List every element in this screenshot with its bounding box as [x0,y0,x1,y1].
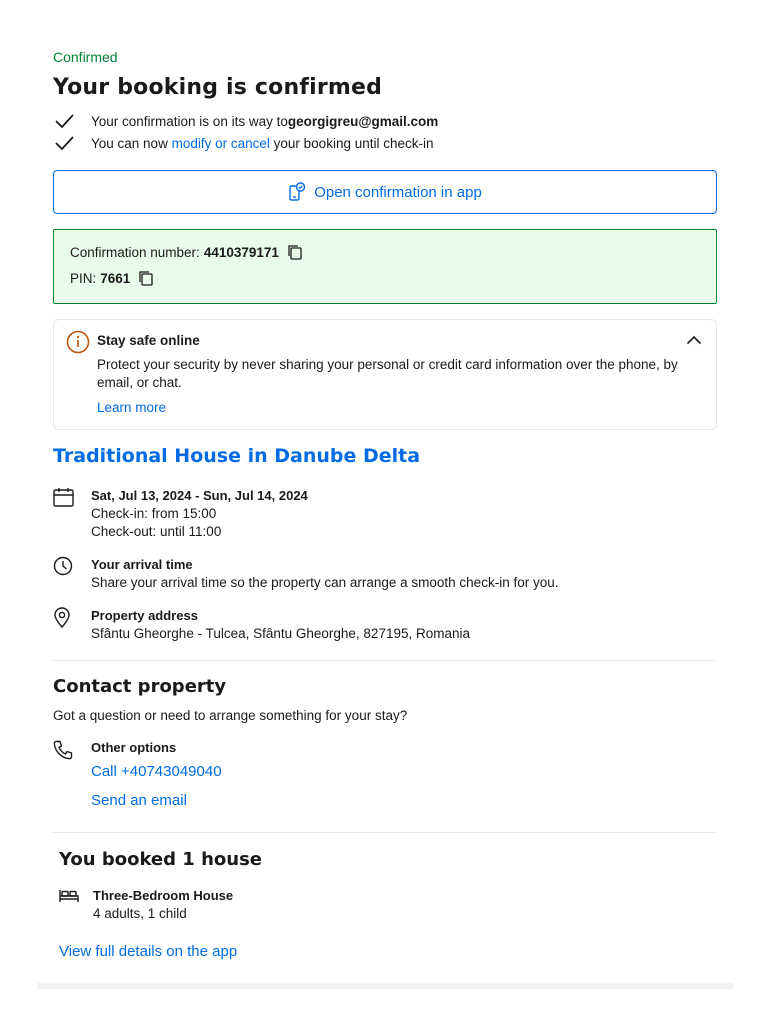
confirmation-email-line: Your confirmation is on its way to georg… [53,110,438,132]
divider [53,832,717,833]
divider [53,660,717,661]
copy-icon[interactable] [138,270,154,286]
room-guests: 4 adults, 1 child [93,906,187,921]
confirmation-details-box: Confirmation number: 4410379171 PIN: 766… [53,229,717,304]
room-name: Three-Bedroom House [93,888,234,903]
email-line-prefix: Your confirmation is on its way to [91,113,288,129]
arrival-time-title: Your arrival time [91,557,193,572]
stay-safe-text: Protect your security by never sharing y… [97,357,678,390]
modify-cancel-link[interactable]: modify or cancel [172,136,270,151]
stay-safe-title: Stay safe online [97,333,200,348]
email-address: georgigreu@gmail.com [287,113,439,129]
phone-check-icon [289,182,306,201]
info-icon [66,330,90,354]
stay-safe-banner: Stay safe online Protect your security b… [53,319,717,430]
modify-line-suffix: your booking until check-in [273,135,434,151]
contact-property-subtitle: Got a question or need to arrange someth… [53,708,408,723]
checkout-time: Check-out: until 11:00 [91,524,222,539]
property-address-title: Property address [91,608,198,623]
booked-summary-title: You booked 1 house [59,849,263,870]
pin-row: PIN: 7661 [70,270,154,286]
arrival-time-text: Share your arrival time so the property … [91,575,559,590]
open-in-app-button[interactable]: Open confirmation in app [53,170,717,214]
location-pin-icon [54,607,70,628]
learn-more-link[interactable]: Learn more [97,400,166,415]
modify-cancel-line: You can now modify or cancel your bookin… [53,132,434,154]
chevron-up-icon[interactable] [686,334,702,346]
confirmation-number-label: Confirmation number: [70,244,200,260]
stay-dates: Sat, Jul 13, 2024 - Sun, Jul 14, 2024 [91,488,308,503]
call-property-link[interactable]: Call +40743049040 [91,763,222,780]
property-name-link[interactable]: Traditional House in Danube Delta [53,445,420,467]
pin-value: 7661 [100,270,131,286]
send-email-link[interactable]: Send an email [91,792,187,809]
copy-icon[interactable] [287,244,303,260]
view-details-link[interactable]: View full details on the app [59,943,237,960]
checkmark-icon [55,114,74,129]
contact-property-title: Contact property [53,676,227,697]
pin-label: PIN: [70,270,97,286]
property-address: Sfântu Gheorghe - Tulcea, Sfântu Gheorgh… [91,626,471,641]
footer-divider [37,983,733,989]
checkin-time: Check-in: from 15:00 [91,506,217,521]
clock-icon [53,556,73,576]
page-title: Your booking is confirmed [53,75,383,100]
open-in-app-label: Open confirmation in app [314,183,482,201]
other-options-title: Other options [91,740,177,755]
status-label: Confirmed [53,49,118,65]
modify-line-prefix: You can now [91,135,168,151]
phone-icon [53,740,73,760]
bed-icon [59,890,79,902]
checkmark-icon [55,136,74,151]
confirmation-number-row: Confirmation number: 4410379171 [70,244,303,260]
calendar-icon [53,488,74,507]
confirmation-number-value: 4410379171 [203,244,279,260]
